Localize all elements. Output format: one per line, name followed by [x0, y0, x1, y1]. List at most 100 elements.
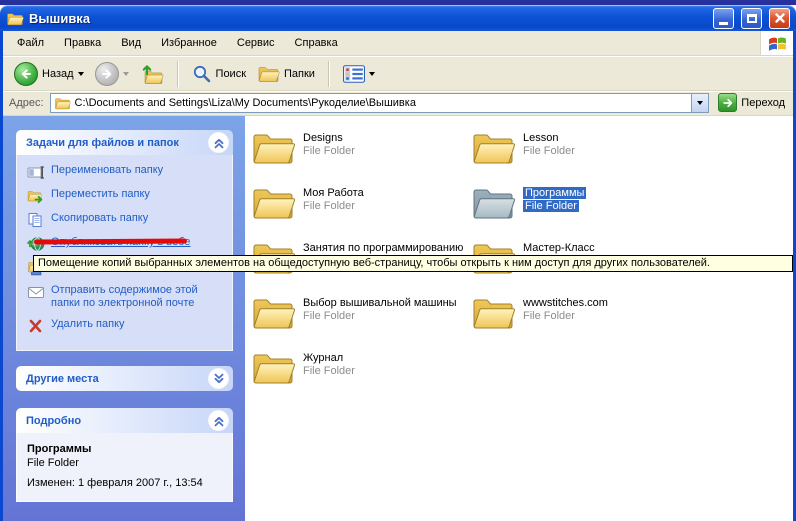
- tooltip: Помещение копий выбранных элементов на о…: [33, 255, 793, 272]
- folder-type: File Folder: [523, 310, 575, 322]
- folder-icon: [471, 128, 515, 166]
- red-underline-annotation: [34, 238, 187, 244]
- task-label: Удалить папку: [51, 318, 125, 331]
- details-panel-title: Подробно: [26, 415, 81, 427]
- folder-type: File Folder: [303, 145, 355, 157]
- forward-button[interactable]: [92, 60, 132, 88]
- rename-icon: [27, 164, 45, 180]
- close-button[interactable]: [769, 8, 790, 29]
- up-button[interactable]: [137, 61, 167, 87]
- expand-button[interactable]: [209, 369, 228, 388]
- windows-logo: [760, 31, 793, 55]
- address-input[interactable]: C:\Documents and Settings\Liza\My Docume…: [50, 93, 710, 113]
- views-icon: [343, 65, 365, 83]
- address-dropdown-button[interactable]: [691, 94, 708, 112]
- task-delete-folder[interactable]: Удалить папку: [27, 318, 228, 334]
- details-panel: Подробно Программы File Folder Изменен: …: [16, 408, 233, 502]
- tasks-panel-header[interactable]: Задачи для файлов и папок: [16, 130, 233, 155]
- folder-tile[interactable]: wwwstitches.com File Folder: [471, 293, 691, 348]
- collapse-button[interactable]: [209, 411, 228, 430]
- menu-view[interactable]: Вид: [111, 33, 151, 53]
- folder-tile[interactable]: Designs File Folder: [251, 128, 471, 183]
- task-label: Переименовать папку: [51, 164, 163, 177]
- task-label: Переместить папку: [51, 188, 150, 201]
- menu-help[interactable]: Справка: [285, 33, 348, 53]
- back-button[interactable]: Назад: [11, 60, 87, 88]
- move-folder-icon: [27, 188, 45, 204]
- folder-type: File Folder: [303, 200, 355, 212]
- folder-icon: [251, 183, 295, 221]
- search-label: Поиск: [216, 68, 246, 80]
- minimize-button[interactable]: [713, 8, 734, 29]
- details-item-name: Программы: [27, 443, 224, 455]
- menu-bar: Файл Правка Вид Избранное Сервис Справка: [3, 31, 793, 56]
- menu-favorites[interactable]: Избранное: [151, 33, 227, 53]
- task-rename-folder[interactable]: Переименовать папку: [27, 164, 228, 180]
- folder-tile-selected[interactable]: Программы File Folder: [471, 183, 691, 238]
- folder-name: Мастер-Класс: [523, 242, 595, 254]
- search-button[interactable]: Поиск: [189, 62, 249, 86]
- content-area: Задачи для файлов и папок Переименовать …: [3, 116, 793, 521]
- folder-name: wwwstitches.com: [523, 297, 608, 309]
- folder-icon: [251, 128, 295, 166]
- email-icon: [27, 284, 45, 300]
- go-label: Переход: [741, 97, 785, 109]
- details-panel-body: Программы File Folder Изменен: 1 февраля…: [16, 433, 233, 502]
- folder-view: Designs File Folder Lesson File Folder М…: [245, 116, 793, 521]
- views-dropdown-icon[interactable]: [369, 72, 375, 76]
- folder-name: Выбор вышивальной машины: [303, 297, 457, 309]
- folder-name: Моя Работа: [303, 187, 364, 199]
- chevron-up-icon: [212, 136, 226, 150]
- folders-label: Папки: [284, 68, 315, 80]
- folder-icon: [251, 348, 295, 386]
- folder-tile[interactable]: Журнал File Folder: [251, 348, 471, 403]
- menu-tools[interactable]: Сервис: [227, 33, 285, 53]
- close-icon: [774, 12, 786, 24]
- up-folder-icon: [140, 63, 164, 85]
- address-folder-icon: [54, 96, 71, 110]
- collapse-button[interactable]: [209, 133, 228, 152]
- title-bar: Вышивка: [0, 5, 796, 31]
- menu-edit[interactable]: Правка: [54, 33, 111, 53]
- folder-type: File Folder: [303, 365, 355, 377]
- toolbar-separator: [328, 61, 330, 87]
- other-places-header[interactable]: Другие места: [16, 366, 233, 391]
- folder-type: File Folder: [303, 310, 355, 322]
- forward-icon: [95, 62, 119, 86]
- window-title: Вышивка: [29, 11, 706, 26]
- other-places-title: Другие места: [26, 373, 99, 385]
- folder-name: Lesson: [523, 132, 558, 144]
- folder-name: Занятия по программированию: [303, 242, 463, 254]
- folders-button[interactable]: Папки: [254, 62, 318, 85]
- maximize-button[interactable]: [741, 8, 762, 29]
- chevron-down-icon: [212, 372, 226, 386]
- tasks-panel-body: Переименовать папку Переместить папку: [16, 155, 233, 351]
- task-move-folder[interactable]: Переместить папку: [27, 188, 228, 204]
- task-email-folder[interactable]: Отправить содержимое этой папки по элект…: [27, 284, 228, 310]
- maximize-icon: [747, 14, 757, 23]
- back-icon: [14, 62, 38, 86]
- folder-name: Журнал: [303, 352, 343, 364]
- back-dropdown-icon[interactable]: [78, 72, 84, 76]
- folder-tile[interactable]: Lesson File Folder: [471, 128, 691, 183]
- task-copy-folder[interactable]: Скопировать папку: [27, 212, 228, 228]
- minimize-icon: [719, 22, 728, 25]
- folder-tile[interactable]: Выбор вышивальной машины File Folder: [251, 293, 471, 348]
- details-panel-header[interactable]: Подробно: [16, 408, 233, 433]
- explorer-window: Вышивка Файл Правка Вид Избранное Сервис…: [0, 0, 796, 521]
- folder-icon: [251, 293, 295, 331]
- delete-icon: [27, 318, 45, 334]
- folder-type: File Folder: [523, 200, 579, 212]
- window-folder-icon: [6, 11, 24, 26]
- chevron-up-icon: [212, 414, 226, 428]
- folder-tile[interactable]: Моя Работа File Folder: [251, 183, 471, 238]
- menu-file[interactable]: Файл: [7, 33, 54, 53]
- copy-icon: [27, 212, 45, 228]
- task-label: Скопировать папку: [51, 212, 148, 225]
- details-item-type: File Folder: [27, 457, 224, 469]
- other-places-panel: Другие места: [16, 366, 233, 391]
- toolbar: Назад Поиск Папки: [3, 57, 793, 91]
- forward-dropdown-icon[interactable]: [123, 72, 129, 76]
- go-button[interactable]: Переход: [715, 92, 788, 113]
- views-button[interactable]: [340, 63, 378, 85]
